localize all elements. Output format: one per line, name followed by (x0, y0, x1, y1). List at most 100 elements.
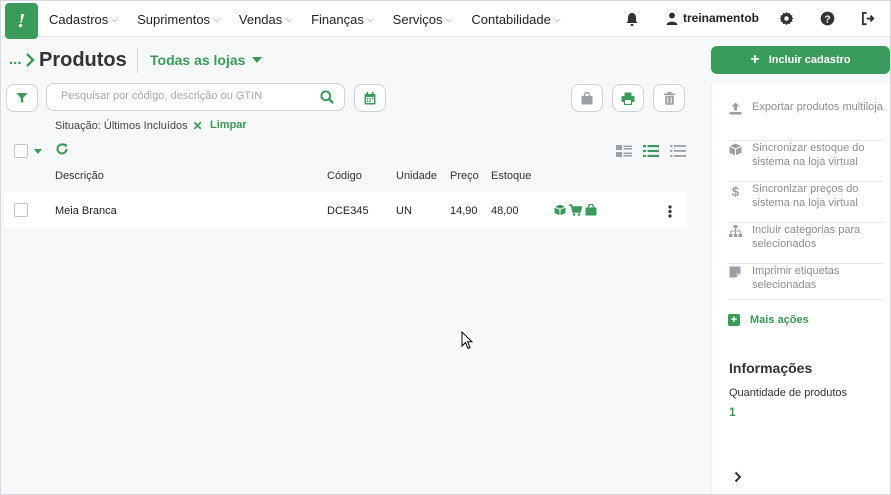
action-label: Sincronizar preços do sistema na loja vi… (752, 183, 859, 209)
delete-button[interactable] (653, 84, 685, 112)
column-header-descricao[interactable]: Descrição (55, 170, 104, 182)
cube-icon (554, 204, 566, 216)
cell-unidade: UN (396, 205, 412, 217)
product-count-label: Quantidade de produtos (729, 387, 848, 399)
row-checkbox[interactable] (14, 203, 28, 217)
view-list-detailed-icon[interactable] (643, 144, 659, 162)
more-actions-link[interactable]: + Mais ações (728, 314, 809, 326)
print-button[interactable] (612, 84, 644, 112)
info-title: Informações (729, 360, 813, 376)
user-icon (666, 12, 678, 25)
user-menu[interactable]: treinamentob (666, 11, 759, 25)
refresh-icon[interactable] (55, 142, 69, 161)
action-sync-prices[interactable]: $ Sincronizar preços do sistema na loja … (728, 182, 883, 223)
store-bag-button[interactable] (571, 84, 603, 112)
page-title: Produtos (39, 49, 127, 71)
chevron-right-icon (25, 52, 35, 73)
trash-icon (663, 91, 675, 105)
breadcrumb-ellipsis[interactable]: ... (9, 51, 22, 68)
svg-text:?: ? (824, 14, 830, 25)
action-sync-stock[interactable]: Sincronizar estoque do sistema na loja v… (728, 141, 883, 182)
nav-item-financas[interactable]: Finanças ⌵ (311, 12, 374, 27)
search-box (46, 83, 345, 111)
chevron-down-icon: ⌵ (213, 13, 220, 24)
column-header-estoque[interactable]: Estoque (491, 170, 531, 182)
cell-preco: 14,90 (450, 205, 478, 217)
plus-icon: + (750, 51, 760, 68)
calendar-icon (364, 91, 376, 104)
nav-label: Vendas (238, 11, 283, 27)
sitemap-icon (728, 225, 742, 237)
logout-icon[interactable] (861, 11, 876, 31)
nav-label: Cadastros (49, 11, 109, 27)
store-selector-label: Todas as lojas (150, 52, 246, 68)
chevron-down-icon: ⌵ (553, 13, 561, 24)
nav-item-cadastros[interactable]: Cadastros ⌵ (49, 12, 118, 27)
nav-item-contabilidade[interactable]: Contabilidade ⌵ (471, 12, 560, 27)
cell-estoque: 48,00 (491, 205, 519, 217)
chevron-down-icon: ⌵ (445, 13, 453, 24)
clear-filters-link[interactable]: Limpar (210, 119, 247, 131)
action-label: Imprimir etiquetas selecionadas (752, 265, 840, 291)
chevron-right-icon[interactable] (734, 470, 742, 488)
chevron-down-icon: ⌵ (366, 13, 374, 24)
select-options-caret-icon[interactable] (34, 149, 42, 154)
date-filter-button[interactable] (354, 84, 386, 112)
nav-item-suprimentos[interactable]: Suprimentos ⌵ (137, 12, 220, 27)
svg-text:$: $ (731, 184, 739, 198)
product-count-value: 1 (729, 405, 736, 419)
column-header-codigo[interactable]: Código (327, 170, 362, 182)
action-label: Incluir categorias para selecionados (752, 224, 861, 250)
mouse-cursor-icon (461, 330, 474, 355)
column-header-unidade[interactable]: Unidade (396, 170, 437, 182)
add-product-label: Incluir cadastro (768, 54, 851, 66)
app-logo[interactable]: ! (5, 3, 38, 39)
note-icon (728, 266, 742, 278)
shopping-bag-icon (581, 91, 593, 104)
view-list-compact-icon[interactable] (670, 144, 686, 162)
active-filter-label: Situação: Últimos Incluídos (55, 120, 188, 132)
cell-codigo: DCE345 (327, 205, 369, 217)
view-cards-icon[interactable] (616, 144, 632, 162)
nav-item-vendas[interactable]: Vendas ⌵ (239, 12, 292, 27)
filter-button[interactable] (6, 84, 38, 112)
caret-down-icon (252, 57, 263, 63)
action-export-multistore[interactable]: Exportar produtos multiloja (728, 100, 883, 141)
nav-label: Suprimentos (137, 11, 211, 27)
username: treinamentob (683, 11, 760, 25)
nav-label: Finanças (311, 11, 364, 27)
chevron-down-icon: ⌵ (285, 13, 293, 24)
search-icon[interactable] (320, 90, 334, 109)
gear-icon[interactable] (779, 11, 794, 31)
action-add-categories[interactable]: Incluir categorias para selecionados (728, 223, 883, 264)
active-filter: Situação: Últimos Incluídos ✕ (55, 119, 203, 133)
action-label: Sincronizar estoque do sistema na loja v… (752, 142, 865, 168)
select-all-checkbox[interactable] (14, 144, 28, 158)
column-header-preco[interactable]: Preço (450, 170, 479, 182)
cart-icon (569, 204, 582, 216)
remove-filter-icon[interactable]: ✕ (193, 119, 203, 133)
action-print-labels[interactable]: Imprimir etiquetas selecionadas (728, 264, 883, 300)
nav-label: Serviços (392, 11, 443, 27)
chevron-down-icon: ⌵ (111, 13, 119, 24)
help-icon[interactable]: ? (820, 11, 835, 31)
nav-item-servicos[interactable]: Serviços ⌵ (393, 12, 453, 27)
main-menu: Cadastros ⌵ Suprimentos ⌵ Vendas ⌵ Finanças… (49, 1, 580, 37)
cell-descricao[interactable]: Meia Branca (55, 205, 117, 217)
action-label: Exportar produtos multiloja (752, 101, 883, 113)
add-product-button[interactable]: + Incluir cadastro (711, 46, 890, 74)
actions-panel: Exportar produtos multiloja Sincronizar … (711, 84, 890, 494)
funnel-icon (16, 93, 28, 103)
row-status-icons (554, 204, 597, 216)
printer-icon (621, 92, 635, 105)
more-actions-label: Mais ações (750, 314, 809, 326)
title-divider (137, 48, 138, 73)
plus-square-icon: + (728, 314, 740, 326)
store-selector[interactable]: Todas as lojas (150, 52, 263, 68)
search-input[interactable] (61, 90, 311, 102)
row-actions-kebab-icon[interactable] (668, 205, 672, 223)
dollar-icon: $ (728, 184, 742, 198)
bell-icon[interactable] (625, 12, 639, 32)
top-navbar: ! Cadastros ⌵ Suprimentos ⌵ Vendas ⌵ Finanç… (1, 1, 890, 39)
upload-icon (728, 102, 742, 115)
